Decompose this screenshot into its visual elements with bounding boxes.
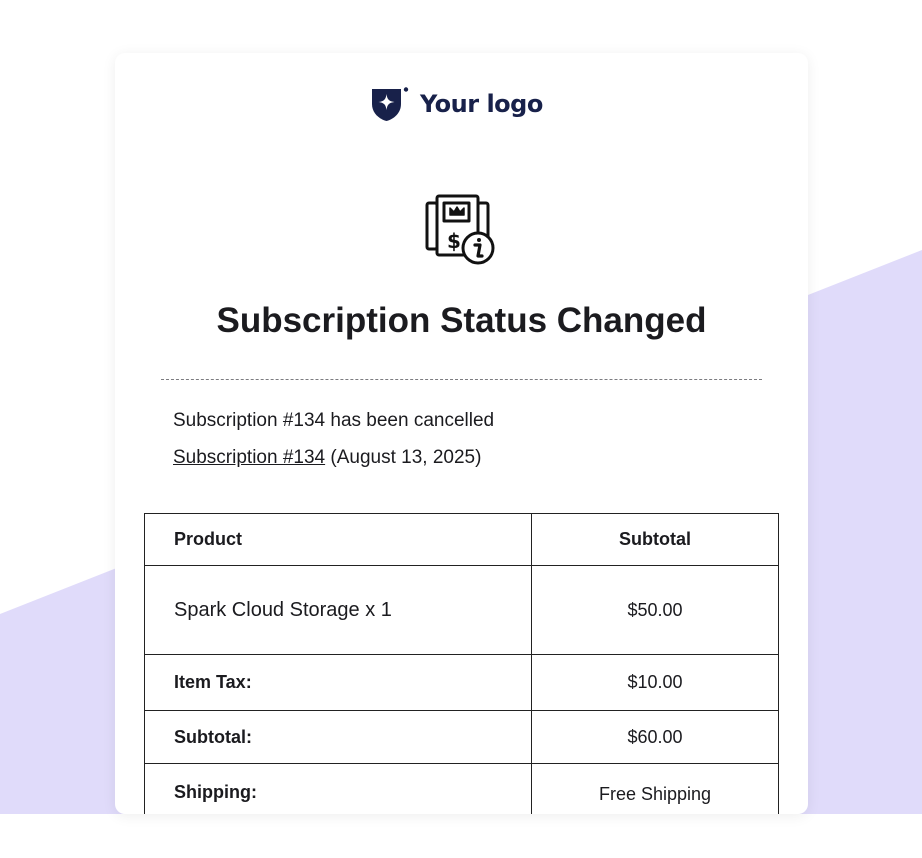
shield-sparkle-icon <box>372 87 409 121</box>
table-row: Shipping: Free Shipping <box>144 763 779 814</box>
status-message: Subscription #134 has been cancelled <box>173 410 495 431</box>
product-price: $50.00 <box>531 565 779 655</box>
email-title: Subscription Status Changed <box>216 301 707 340</box>
email-card: Your logo $ Subscription Status Changed … <box>115 53 808 814</box>
tax-value: $10.00 <box>531 654 779 711</box>
subtotal-label: Subtotal: <box>144 710 532 764</box>
shipping-value: Free Shipping <box>531 763 779 814</box>
table-row: Spark Cloud Storage x 1 $50.00 <box>144 565 779 655</box>
subscription-reference: Subscription #134 (August 13, 2025) <box>173 447 481 469</box>
subtotal-value: $60.00 <box>531 710 779 764</box>
subscription-link[interactable]: Subscription #134 <box>173 447 325 468</box>
order-table: Product Subtotal Spark Cloud Storage x 1… <box>144 513 779 814</box>
tax-label: Item Tax: <box>144 654 532 711</box>
brand-logo: Your logo <box>371 85 543 123</box>
table-header-row: Product Subtotal <box>144 513 779 566</box>
subscription-date: (August 13, 2025) <box>330 447 482 468</box>
subscription-info-icon: $ <box>425 194 495 265</box>
product-column-header: Product <box>144 513 532 566</box>
svg-text:$: $ <box>447 229 461 253</box>
logo-text: Your logo <box>420 90 543 118</box>
table-row: Item Tax: $10.00 <box>144 654 779 711</box>
shipping-label: Shipping: <box>144 763 532 814</box>
subtotal-column-header: Subtotal <box>531 513 779 566</box>
table-row: Subtotal: $60.00 <box>144 710 779 764</box>
product-name: Spark Cloud Storage x 1 <box>144 565 532 655</box>
dashed-divider <box>161 379 762 380</box>
